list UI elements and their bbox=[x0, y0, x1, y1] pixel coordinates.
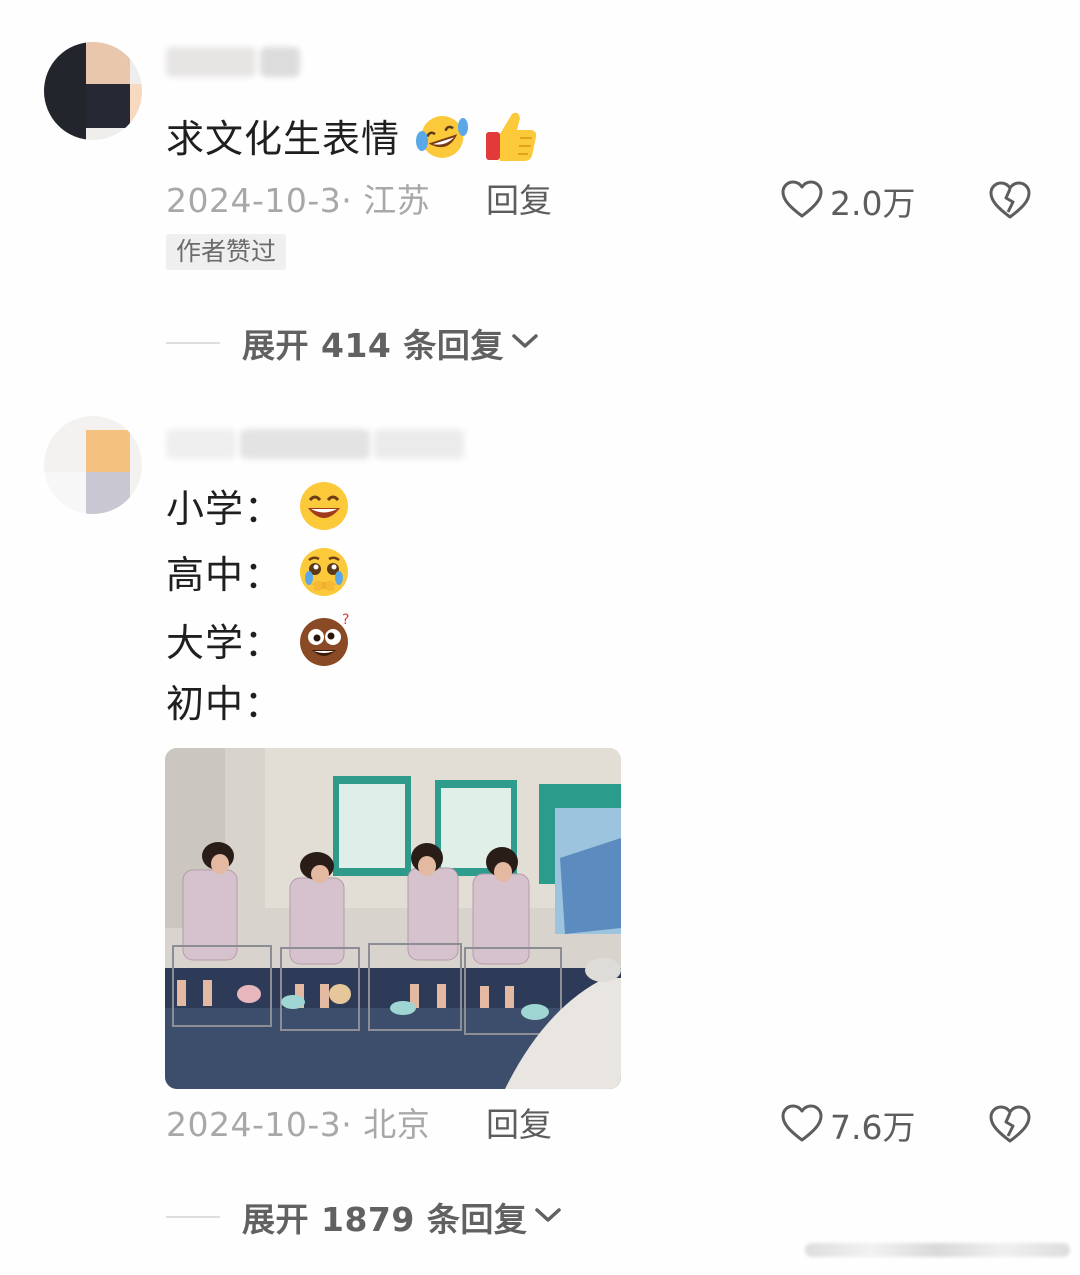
chevron-down-icon bbox=[527, 1204, 563, 1230]
heart-outline-icon bbox=[780, 1103, 824, 1147]
date-location: 2024-10-3· 江苏 bbox=[166, 181, 431, 220]
reply-button[interactable]: 回复 bbox=[486, 178, 552, 224]
thumbs-up-emoji bbox=[484, 108, 538, 175]
comment-line-middle-school: 初中： bbox=[166, 682, 284, 726]
divider bbox=[166, 1216, 220, 1218]
rofl-emoji bbox=[413, 111, 471, 172]
holding-back-tears-emoji bbox=[296, 546, 352, 609]
expand-replies-button[interactable]: 展开 1879 条回复 bbox=[166, 1194, 563, 1240]
like-button[interactable]: 2.0万 bbox=[780, 178, 915, 224]
reply-button[interactable]: 回复 bbox=[486, 1102, 552, 1148]
comment-text: 求文化生表情 bbox=[166, 108, 538, 175]
heart-outline-icon bbox=[780, 179, 824, 223]
broken-heart-icon[interactable] bbox=[988, 1104, 1032, 1148]
chevron-down-icon bbox=[504, 330, 540, 356]
svg-text:?: ? bbox=[342, 612, 350, 628]
watermark-blur bbox=[805, 1243, 1070, 1257]
broken-heart-icon[interactable] bbox=[988, 180, 1032, 224]
username-redacted[interactable] bbox=[166, 44, 300, 80]
comment-line-college: 大学： ? bbox=[166, 612, 354, 679]
comment-line-high-school: 高中： bbox=[166, 546, 352, 609]
author-liked-badge: 作者赞过 bbox=[166, 234, 287, 270]
like-button[interactable]: 7.6万 bbox=[780, 1102, 915, 1148]
comment-line-primary: 小学： bbox=[166, 480, 352, 543]
date-location: 2024-10-3· 北京 bbox=[166, 1105, 431, 1144]
comment-1: 求文化生表情 2024-10-3· 江苏 回复 2.0万 作者赞过 展开 414… bbox=[0, 0, 1080, 400]
avatar[interactable] bbox=[44, 416, 142, 514]
expand-replies-button[interactable]: 展开 414 条回复 bbox=[166, 320, 540, 366]
comment-2: 小学： 高中： 大学： ? 初中： 2024-10-3· 北京 回复 7.6万 … bbox=[0, 400, 1080, 1275]
like-count: 7.6万 bbox=[830, 1108, 916, 1147]
comment-meta: 2024-10-3· 北京 回复 7.6万 bbox=[166, 1102, 1046, 1148]
comment-meta: 2024-10-3· 江苏 回复 2.0万 bbox=[166, 178, 1046, 224]
grinning-emoji bbox=[296, 480, 352, 543]
classroom-mannequins-photo[interactable] bbox=[165, 748, 621, 1089]
like-count: 2.0万 bbox=[830, 184, 916, 223]
avatar[interactable] bbox=[44, 42, 142, 140]
username-redacted[interactable] bbox=[166, 426, 464, 462]
dazed-brown-face-emoji: ? bbox=[296, 612, 354, 679]
divider bbox=[166, 342, 220, 344]
